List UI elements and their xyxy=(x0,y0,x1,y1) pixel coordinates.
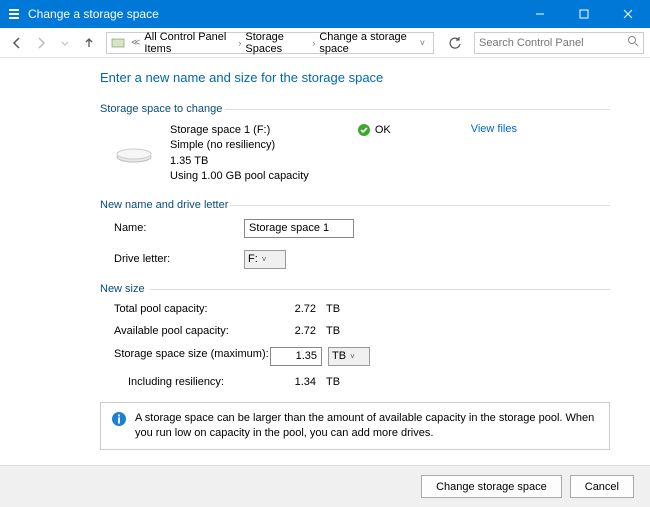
resiliency-value: 1.34 xyxy=(270,376,326,388)
content-area: Enter a new name and size for the storag… xyxy=(0,58,650,450)
chevron-right-icon: ≪ xyxy=(131,37,140,48)
max-size-input[interactable] xyxy=(270,347,322,366)
breadcrumb-item[interactable]: Storage Spaces xyxy=(245,31,308,55)
back-button[interactable] xyxy=(6,32,28,54)
chevron-right-icon: › xyxy=(312,38,315,48)
change-storage-space-button[interactable]: Change storage space xyxy=(421,475,562,498)
drive-letter-label: Drive letter: xyxy=(114,253,244,265)
resiliency-unit: TB xyxy=(326,376,356,388)
control-panel-icon xyxy=(111,35,125,51)
group-title: Storage space to change xyxy=(100,103,610,115)
resiliency-label: Including resiliency: xyxy=(128,376,270,388)
minimize-button[interactable] xyxy=(518,0,562,28)
navbar: ≪ All Control Panel Items › Storage Spac… xyxy=(0,28,650,58)
search-input[interactable] xyxy=(479,37,623,49)
chevron-right-icon: › xyxy=(238,38,241,48)
name-input[interactable] xyxy=(244,219,354,238)
available-capacity-label: Available pool capacity: xyxy=(114,325,270,337)
info-text: A storage space can be larger than the a… xyxy=(135,411,599,442)
maximize-button[interactable] xyxy=(562,0,606,28)
recent-dropdown-icon[interactable] xyxy=(54,32,76,54)
name-label: Name: xyxy=(114,222,244,234)
total-capacity-label: Total pool capacity: xyxy=(114,303,270,315)
info-icon xyxy=(111,411,127,427)
search-box[interactable] xyxy=(474,32,644,54)
titlebar: Change a storage space xyxy=(0,0,650,28)
forward-button[interactable] xyxy=(30,32,52,54)
footer: Change storage space Cancel xyxy=(0,465,650,507)
drive-icon xyxy=(114,139,154,167)
ok-icon xyxy=(357,123,371,137)
info-box: A storage space can be larger than the a… xyxy=(100,402,610,451)
chevron-down-icon: ˅ xyxy=(262,255,267,264)
breadcrumb[interactable]: ≪ All Control Panel Items › Storage Spac… xyxy=(106,32,434,54)
group-title: New name and drive letter xyxy=(100,199,610,211)
cancel-button[interactable]: Cancel xyxy=(570,475,634,498)
breadcrumb-item[interactable]: Change a storage space xyxy=(319,31,415,55)
space-info: Storage space 1 (F:) Simple (no resilien… xyxy=(170,123,309,185)
available-capacity-value: 2.72 xyxy=(270,325,326,337)
chevron-down-icon[interactable]: ˅ xyxy=(420,38,425,48)
space-usage: Using 1.00 GB pool capacity xyxy=(170,169,309,184)
close-button[interactable] xyxy=(606,0,650,28)
search-icon xyxy=(627,35,639,50)
total-capacity-unit: TB xyxy=(326,303,356,315)
group-title: New size xyxy=(100,283,610,295)
up-button[interactable] xyxy=(78,32,100,54)
page-heading: Enter a new name and size for the storag… xyxy=(100,70,610,85)
window-title: Change a storage space xyxy=(28,7,518,21)
available-capacity-unit: TB xyxy=(326,325,356,337)
group-new-name: New name and drive letter Name: Drive le… xyxy=(100,199,610,269)
app-icon xyxy=(6,6,22,22)
drive-letter-select[interactable]: F:˅ xyxy=(244,250,286,269)
view-files-link[interactable]: View files xyxy=(471,123,517,135)
total-capacity-value: 2.72 xyxy=(270,303,326,315)
max-size-unit-select[interactable]: TB˅ xyxy=(328,347,370,366)
chevron-down-icon: ˅ xyxy=(350,352,355,361)
refresh-button[interactable] xyxy=(444,32,466,54)
space-resiliency: Simple (no resiliency) xyxy=(170,138,309,153)
space-size: 1.35 TB xyxy=(170,154,309,169)
group-storage-space-to-change: Storage space to change Storage space 1 … xyxy=(100,103,610,185)
status-text: OK xyxy=(375,124,391,136)
space-name: Storage space 1 (F:) xyxy=(170,123,309,138)
group-new-size: New size Total pool capacity: 2.72 TB Av… xyxy=(100,283,610,388)
max-size-label: Storage space size (maximum): xyxy=(114,347,270,361)
status: OK xyxy=(357,123,391,137)
breadcrumb-item[interactable]: All Control Panel Items xyxy=(144,31,234,55)
